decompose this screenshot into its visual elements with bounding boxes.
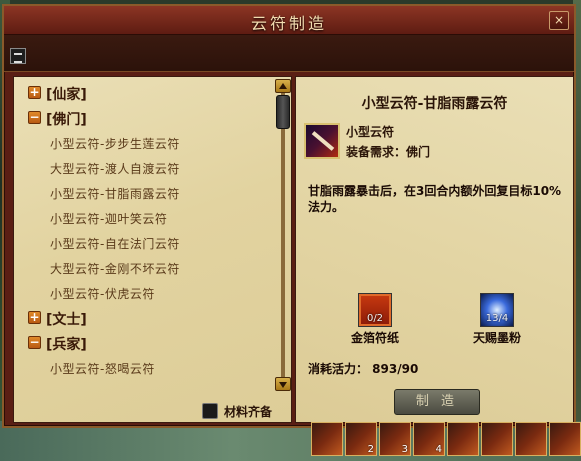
recipe-label: 大型云符-金刚不坏云符 [50, 262, 180, 276]
category-label: [兵家] [46, 337, 87, 353]
hotbar-slot[interactable] [311, 422, 343, 456]
recipe-list-item[interactable]: 小型云符-甘脂雨露云符 [14, 181, 276, 206]
recipe-detail-panel: 小型云符-甘脂雨露云符 小型云符 装备需求：佛门 甘脂雨露暴击后，在3回合内额外… [295, 76, 574, 423]
recipe-list-item[interactable]: 小型云符-伏虎云符 [14, 281, 276, 306]
recipe-label: 小型云符-步步生莲云符 [50, 137, 180, 151]
category-label: [佛门] [46, 112, 87, 128]
cloud-talisman-craft-window: 云符制造 × + [仙家] − [佛门] 小型云符-步步生莲云符 大型云符-渡人自渡云符小… [2, 4, 576, 428]
recipe-list-item[interactable]: 小型云符-怒喝云符 [14, 356, 276, 381]
category-row[interactable]: − [佛门] [14, 106, 276, 131]
category-row[interactable]: − [兵家] [14, 331, 276, 356]
recipe-list-panel: + [仙家] − [佛门] 小型云符-步步生莲云符 大型云符-渡人自渡云符 小型云符-甘脂雨… [13, 76, 292, 423]
scroll-track[interactable] [281, 93, 285, 377]
category-row[interactable]: + [仙家] [14, 81, 276, 106]
window-toolbar [4, 35, 574, 72]
material-count: 13/4 [485, 313, 509, 324]
hotbar-slot[interactable]: 3 [379, 422, 411, 456]
category-row[interactable]: + [文士] [14, 306, 276, 331]
craft-button[interactable]: 制 造 [394, 389, 480, 415]
talisman-item-icon[interactable] [304, 123, 340, 159]
recipe-label: 大型云符-渡人自渡云符 [50, 162, 180, 176]
hotbar-slot[interactable] [549, 422, 581, 456]
hotbar-slot[interactable] [515, 422, 547, 456]
recipe-list-item[interactable]: 大型云符-金刚不坏云符 [14, 256, 276, 281]
item-description: 甘脂雨露暴击后，在3回合内额外回复目标10%法力。 [308, 184, 562, 214]
recipe-label: 小型云符-怒喝云符 [50, 362, 155, 376]
material-name: 金箔符纸 [350, 331, 399, 345]
material-name: 天赐墨粉 [472, 331, 521, 345]
expand-icon[interactable]: + [28, 86, 41, 99]
hotbar-slot[interactable] [481, 422, 513, 456]
list-scrollbar[interactable] [275, 79, 291, 391]
arrow-down-icon [279, 382, 287, 388]
recipe-list: + [仙家] − [佛门] 小型云符-步步生莲云符 大型云符-渡人自渡云符 小型云符-甘脂雨… [14, 81, 276, 381]
vitality-cost: 消耗活力： 893/90 [308, 362, 419, 376]
window-title: 云符制造 [250, 14, 327, 33]
arrow-up-icon [279, 83, 287, 89]
window-titlebar[interactable]: 云符制造 × [4, 6, 574, 35]
ink-powder-icon[interactable]: 13/4 [480, 293, 514, 327]
recipe-list-item[interactable]: 大型云符-渡人自渡云符 [14, 156, 276, 181]
hotbar-slot[interactable]: 4 [413, 422, 445, 456]
materials-ready-checkbox[interactable] [202, 403, 218, 419]
collapse-icon[interactable]: − [28, 336, 41, 349]
category-label: [文士] [46, 312, 87, 328]
expand-icon[interactable]: + [28, 311, 41, 324]
recipe-title: 小型云符-甘脂雨露云符 [361, 96, 508, 112]
recipe-list-item[interactable]: 小型云符-迦叶笑云符 [14, 206, 276, 231]
gold-foil-paper-icon[interactable]: 0/2 [358, 293, 392, 327]
hotbar-slot[interactable] [447, 422, 479, 456]
scroll-up-button[interactable] [275, 79, 291, 93]
scroll-thumb[interactable] [276, 95, 290, 129]
recipe-label: 小型云符-甘脂雨露云符 [50, 187, 180, 201]
recipe-label: 小型云符-迦叶笑云符 [50, 212, 168, 226]
recipe-label: 小型云符-自在法门云符 [50, 237, 180, 251]
material-slot-gold-foil[interactable]: 0/2 金箔符纸 [340, 293, 410, 346]
hotbar-slot[interactable]: 2 [345, 422, 377, 456]
scroll-down-button[interactable] [275, 377, 291, 391]
hotbar-slot-number: 2 [367, 444, 374, 455]
collapse-icon[interactable]: − [28, 111, 41, 124]
category-label: [仙家] [46, 87, 87, 103]
close-button[interactable]: × [549, 11, 569, 30]
hotbar-slot-number: 3 [401, 444, 408, 455]
item-type: 小型云符 [346, 125, 395, 139]
recipe-list-item[interactable]: 小型云符-步步生莲云符 [14, 131, 276, 156]
recipe-list-item[interactable]: 小型云符-自在法门云符 [14, 231, 276, 256]
hotbar-slot-number: 4 [435, 444, 442, 455]
menu-toggle-icon[interactable] [10, 48, 26, 64]
material-slot-ink-powder[interactable]: 13/4 天赐墨粉 [462, 293, 532, 346]
material-count: 0/2 [366, 313, 384, 324]
item-requirement: 装备需求：佛门 [346, 145, 431, 159]
recipe-label: 小型云符-伏虎云符 [50, 287, 155, 301]
materials-ready-label: 材料齐备 [224, 405, 273, 419]
